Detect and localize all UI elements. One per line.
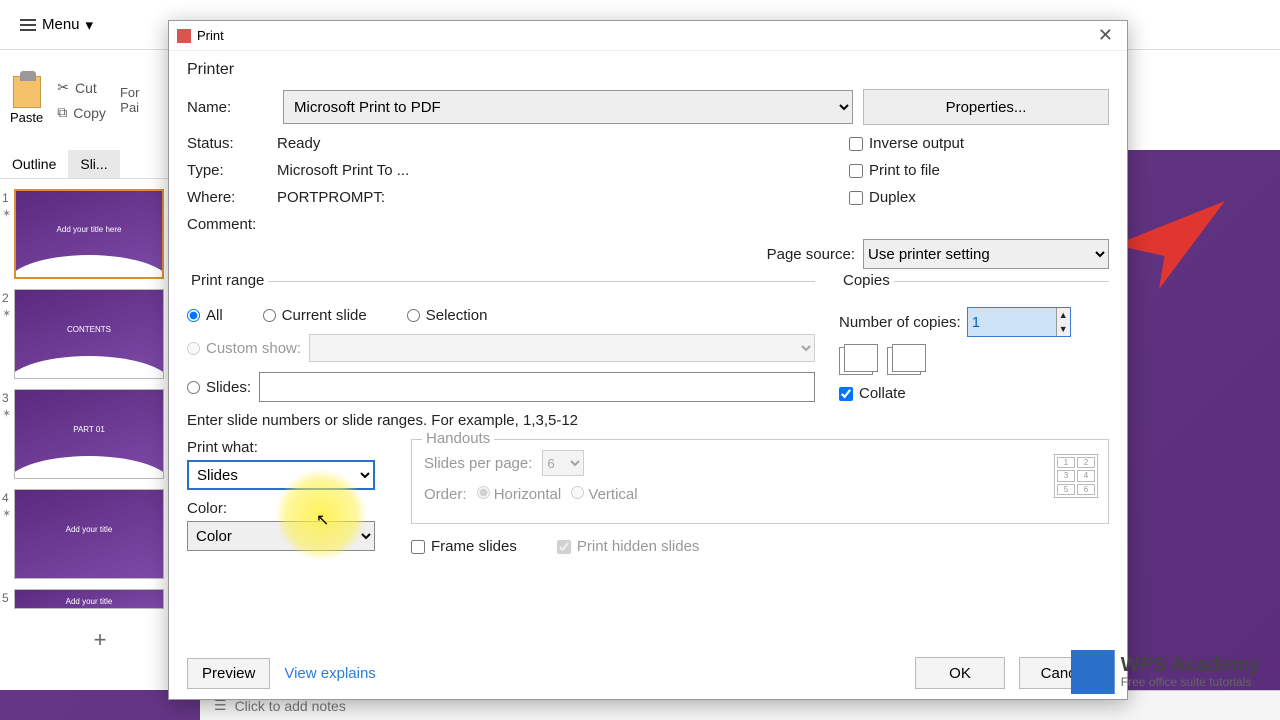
clipboard-icon xyxy=(13,76,41,108)
tab-outline[interactable]: Outline xyxy=(0,150,68,178)
custom-show-select xyxy=(309,334,815,362)
slides-range-input[interactable] xyxy=(259,372,815,402)
type-label: Type: xyxy=(187,162,277,179)
order-horizontal-radio: Horizontal xyxy=(477,486,562,503)
slide-thumb[interactable]: 5Add your title xyxy=(14,589,186,609)
spinner-down-icon[interactable]: ▼ xyxy=(1056,322,1070,336)
animation-star-icon: ✶ xyxy=(2,507,11,520)
properties-button[interactable]: Properties... xyxy=(863,89,1109,125)
slide-thumb[interactable]: 1✶Add your title here xyxy=(14,189,186,279)
animation-star-icon: ✶ xyxy=(2,307,11,320)
animation-star-icon: ✶ xyxy=(2,407,11,420)
cut-button[interactable]: ✂ Cut xyxy=(57,79,106,96)
copy-icon: ⧉ xyxy=(57,104,67,121)
range-custom-radio[interactable]: Custom show: xyxy=(187,340,301,357)
duplex-checkbox[interactable]: Duplex xyxy=(849,189,1109,206)
paste-button[interactable]: Paste xyxy=(10,76,43,125)
spinner-up-icon[interactable]: ▲ xyxy=(1056,308,1070,322)
collate-checkbox[interactable]: Collate xyxy=(839,385,1109,402)
format-painter-button[interactable]: For Pai xyxy=(120,85,140,115)
dialog-titlebar: Print ✕ xyxy=(169,21,1127,51)
collate-order-icon xyxy=(887,347,921,375)
color-select[interactable]: Color xyxy=(187,521,375,551)
slide-thumb[interactable]: 4✶Add your title xyxy=(14,489,186,579)
animation-star-icon: ✶ xyxy=(2,207,11,220)
menu-button[interactable]: Menu ▾ xyxy=(10,12,103,38)
printer-section-label: Printer xyxy=(187,61,1109,79)
num-copies-spinner[interactable]: ▲▼ xyxy=(967,307,1071,337)
page-source-select[interactable]: Use printer setting xyxy=(863,239,1109,269)
print-to-file-checkbox[interactable]: Print to file xyxy=(849,162,1109,179)
print-range-title: Print range xyxy=(187,272,268,289)
handouts-group: Handouts Slides per page: 6 Order: Horiz… xyxy=(411,439,1109,524)
slides-per-page-label: Slides per page: xyxy=(424,455,532,472)
range-selection-radio[interactable]: Selection xyxy=(407,307,488,324)
handout-layout-preview: 123456 xyxy=(1054,454,1098,498)
order-vertical-radio: Vertical xyxy=(571,486,637,503)
print-what-select[interactable]: Slides xyxy=(187,460,375,490)
scissors-icon: ✂ xyxy=(57,79,69,96)
range-all-radio[interactable]: All xyxy=(187,307,223,324)
dialog-title: Print xyxy=(197,28,224,43)
chevron-down-icon: ▾ xyxy=(86,16,94,34)
range-current-radio[interactable]: Current slide xyxy=(263,307,367,324)
menu-label: Menu xyxy=(42,16,80,33)
page-source-label: Page source: xyxy=(767,246,855,263)
print-what-label: Print what: xyxy=(187,439,387,456)
num-copies-input[interactable] xyxy=(968,308,1056,336)
frame-slides-checkbox[interactable]: Frame slides xyxy=(411,538,517,555)
paste-label: Paste xyxy=(10,110,43,125)
brand-tagline: Free office suite tutorials xyxy=(1121,675,1260,689)
slide-thumb[interactable]: 2✶CONTENTS xyxy=(14,289,186,379)
wps-academy-watermark: WPS Academy Free office suite tutorials xyxy=(1071,650,1260,694)
paper-plane-icon xyxy=(1115,200,1225,290)
collate-order-icon xyxy=(839,347,873,375)
copy-label: Copy xyxy=(73,105,106,121)
copies-title: Copies xyxy=(839,272,894,289)
name-label: Name: xyxy=(187,99,273,116)
type-value: Microsoft Print To ... xyxy=(277,162,849,179)
printer-name-select[interactable]: Microsoft Print to PDF xyxy=(283,90,853,124)
copy-button[interactable]: ⧉ Copy xyxy=(57,104,106,121)
comment-label: Comment: xyxy=(187,216,277,233)
view-explains-link[interactable]: View explains xyxy=(284,665,375,682)
status-value: Ready xyxy=(277,135,849,152)
brand-name: WPS Academy xyxy=(1121,655,1260,675)
close-button[interactable]: ✕ xyxy=(1092,25,1119,46)
print-hidden-checkbox: Print hidden slides xyxy=(557,538,700,555)
status-label: Status: xyxy=(187,135,277,152)
app-icon xyxy=(177,29,191,43)
slides-per-page-select: 6 xyxy=(542,450,584,476)
where-label: Where: xyxy=(187,189,277,206)
inverse-output-checkbox[interactable]: Inverse output xyxy=(849,135,1109,152)
num-copies-label: Number of copies: xyxy=(839,314,961,331)
ok-button[interactable]: OK xyxy=(915,657,1005,689)
print-dialog: Print ✕ Printer Name: Microsoft Print to… xyxy=(168,20,1128,700)
slide-thumb[interactable]: 3✶PART 01 xyxy=(14,389,186,479)
hamburger-icon xyxy=(20,19,36,31)
color-label: Color: xyxy=(187,500,387,517)
order-label: Order: xyxy=(424,486,467,503)
cut-label: Cut xyxy=(75,80,97,96)
preview-button[interactable]: Preview xyxy=(187,658,270,689)
where-value: PORTPROMPT: xyxy=(277,189,849,206)
tab-slides[interactable]: Sli... xyxy=(68,150,119,178)
handouts-title: Handouts xyxy=(422,430,494,447)
wps-logo-icon xyxy=(1071,650,1115,694)
range-hint: Enter slide numbers or slide ranges. For… xyxy=(187,412,815,429)
range-slides-radio[interactable]: Slides: xyxy=(187,379,251,396)
